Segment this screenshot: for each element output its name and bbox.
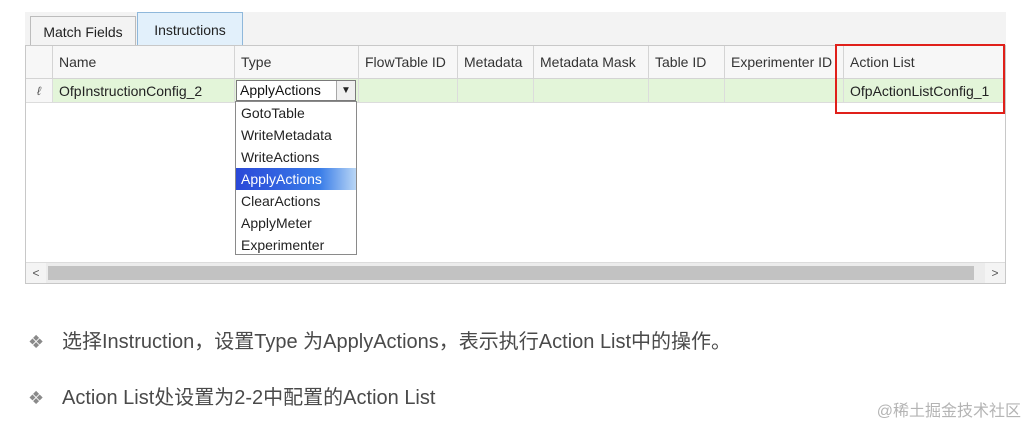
cell-flowtable-id[interactable] — [359, 79, 458, 103]
scroll-right-button[interactable]: > — [985, 263, 1005, 283]
cell-table-id[interactable] — [649, 79, 725, 103]
horizontal-scrollbar[interactable]: < > — [26, 262, 1005, 283]
diamond-bullet-icon: ❖ — [28, 332, 45, 352]
diamond-bullet-icon: ❖ — [28, 388, 45, 408]
column-header-flowtable-id[interactable]: FlowTable ID — [359, 46, 458, 78]
tab-strip: Match Fields Instructions — [25, 12, 1006, 46]
type-dropdown-list: GotoTable WriteMetadata WriteActions App… — [235, 101, 357, 255]
watermark: @稀土掘金技术社区 — [876, 403, 1021, 420]
cell-action-list[interactable]: OfpActionListConfig_1 — [844, 79, 1005, 103]
cell-metadata-mask[interactable] — [534, 79, 649, 103]
option-experimenter[interactable]: Experimenter — [236, 234, 356, 256]
column-header-type[interactable]: Type — [235, 46, 359, 78]
type-select[interactable]: ApplyActions ▼ — [236, 80, 356, 101]
option-clear-actions[interactable]: ClearActions — [236, 190, 356, 212]
option-apply-meter[interactable]: ApplyMeter — [236, 212, 356, 234]
cell-experimenter-id[interactable] — [725, 79, 844, 103]
column-header-name[interactable]: Name — [53, 46, 235, 78]
note-line-2-text: Action List处设置为2-2中配置的Action List — [62, 387, 436, 409]
scrollbar-thumb[interactable] — [48, 266, 974, 280]
option-goto-table[interactable]: GotoTable — [236, 102, 356, 124]
column-header-experimenter-id[interactable]: Experimenter ID — [725, 46, 844, 78]
option-apply-actions[interactable]: ApplyActions — [236, 168, 356, 190]
instructions-grid: Name Type FlowTable ID Metadata Metadata… — [25, 45, 1006, 284]
cell-name[interactable]: OfpInstructionConfig_2 — [53, 79, 235, 103]
tab-instructions[interactable]: Instructions — [137, 12, 243, 46]
note-line-1-text: 选择Instruction，设置Type 为ApplyActions，表示执行A… — [62, 331, 732, 353]
tab-match-fields[interactable]: Match Fields — [30, 16, 136, 46]
type-select-value: ApplyActions — [240, 82, 321, 98]
cell-metadata[interactable] — [458, 79, 534, 103]
column-header-metadata-mask[interactable]: Metadata Mask — [534, 46, 649, 78]
note-line-2: ❖ Action List处设置为2-2中配置的Action List — [28, 381, 435, 410]
row-edit-icon: ℓ — [26, 79, 53, 103]
note-line-1: ❖ 选择Instruction，设置Type 为ApplyActions，表示执行… — [28, 325, 731, 354]
row-indicator-header — [26, 46, 53, 78]
column-header-action-list[interactable]: Action List — [844, 46, 1005, 78]
column-header-table-id[interactable]: Table ID — [649, 46, 725, 78]
cell-type[interactable]: ApplyActions ▼ — [235, 79, 359, 103]
table-row[interactable]: ℓ OfpInstructionConfig_2 ApplyActions ▼ … — [26, 79, 1005, 103]
option-write-actions[interactable]: WriteActions — [236, 146, 356, 168]
chevron-down-icon[interactable]: ▼ — [336, 81, 355, 100]
scroll-left-button[interactable]: < — [26, 263, 46, 283]
grid-header: Name Type FlowTable ID Metadata Metadata… — [26, 46, 1005, 79]
column-header-metadata[interactable]: Metadata — [458, 46, 534, 78]
option-write-metadata[interactable]: WriteMetadata — [236, 124, 356, 146]
